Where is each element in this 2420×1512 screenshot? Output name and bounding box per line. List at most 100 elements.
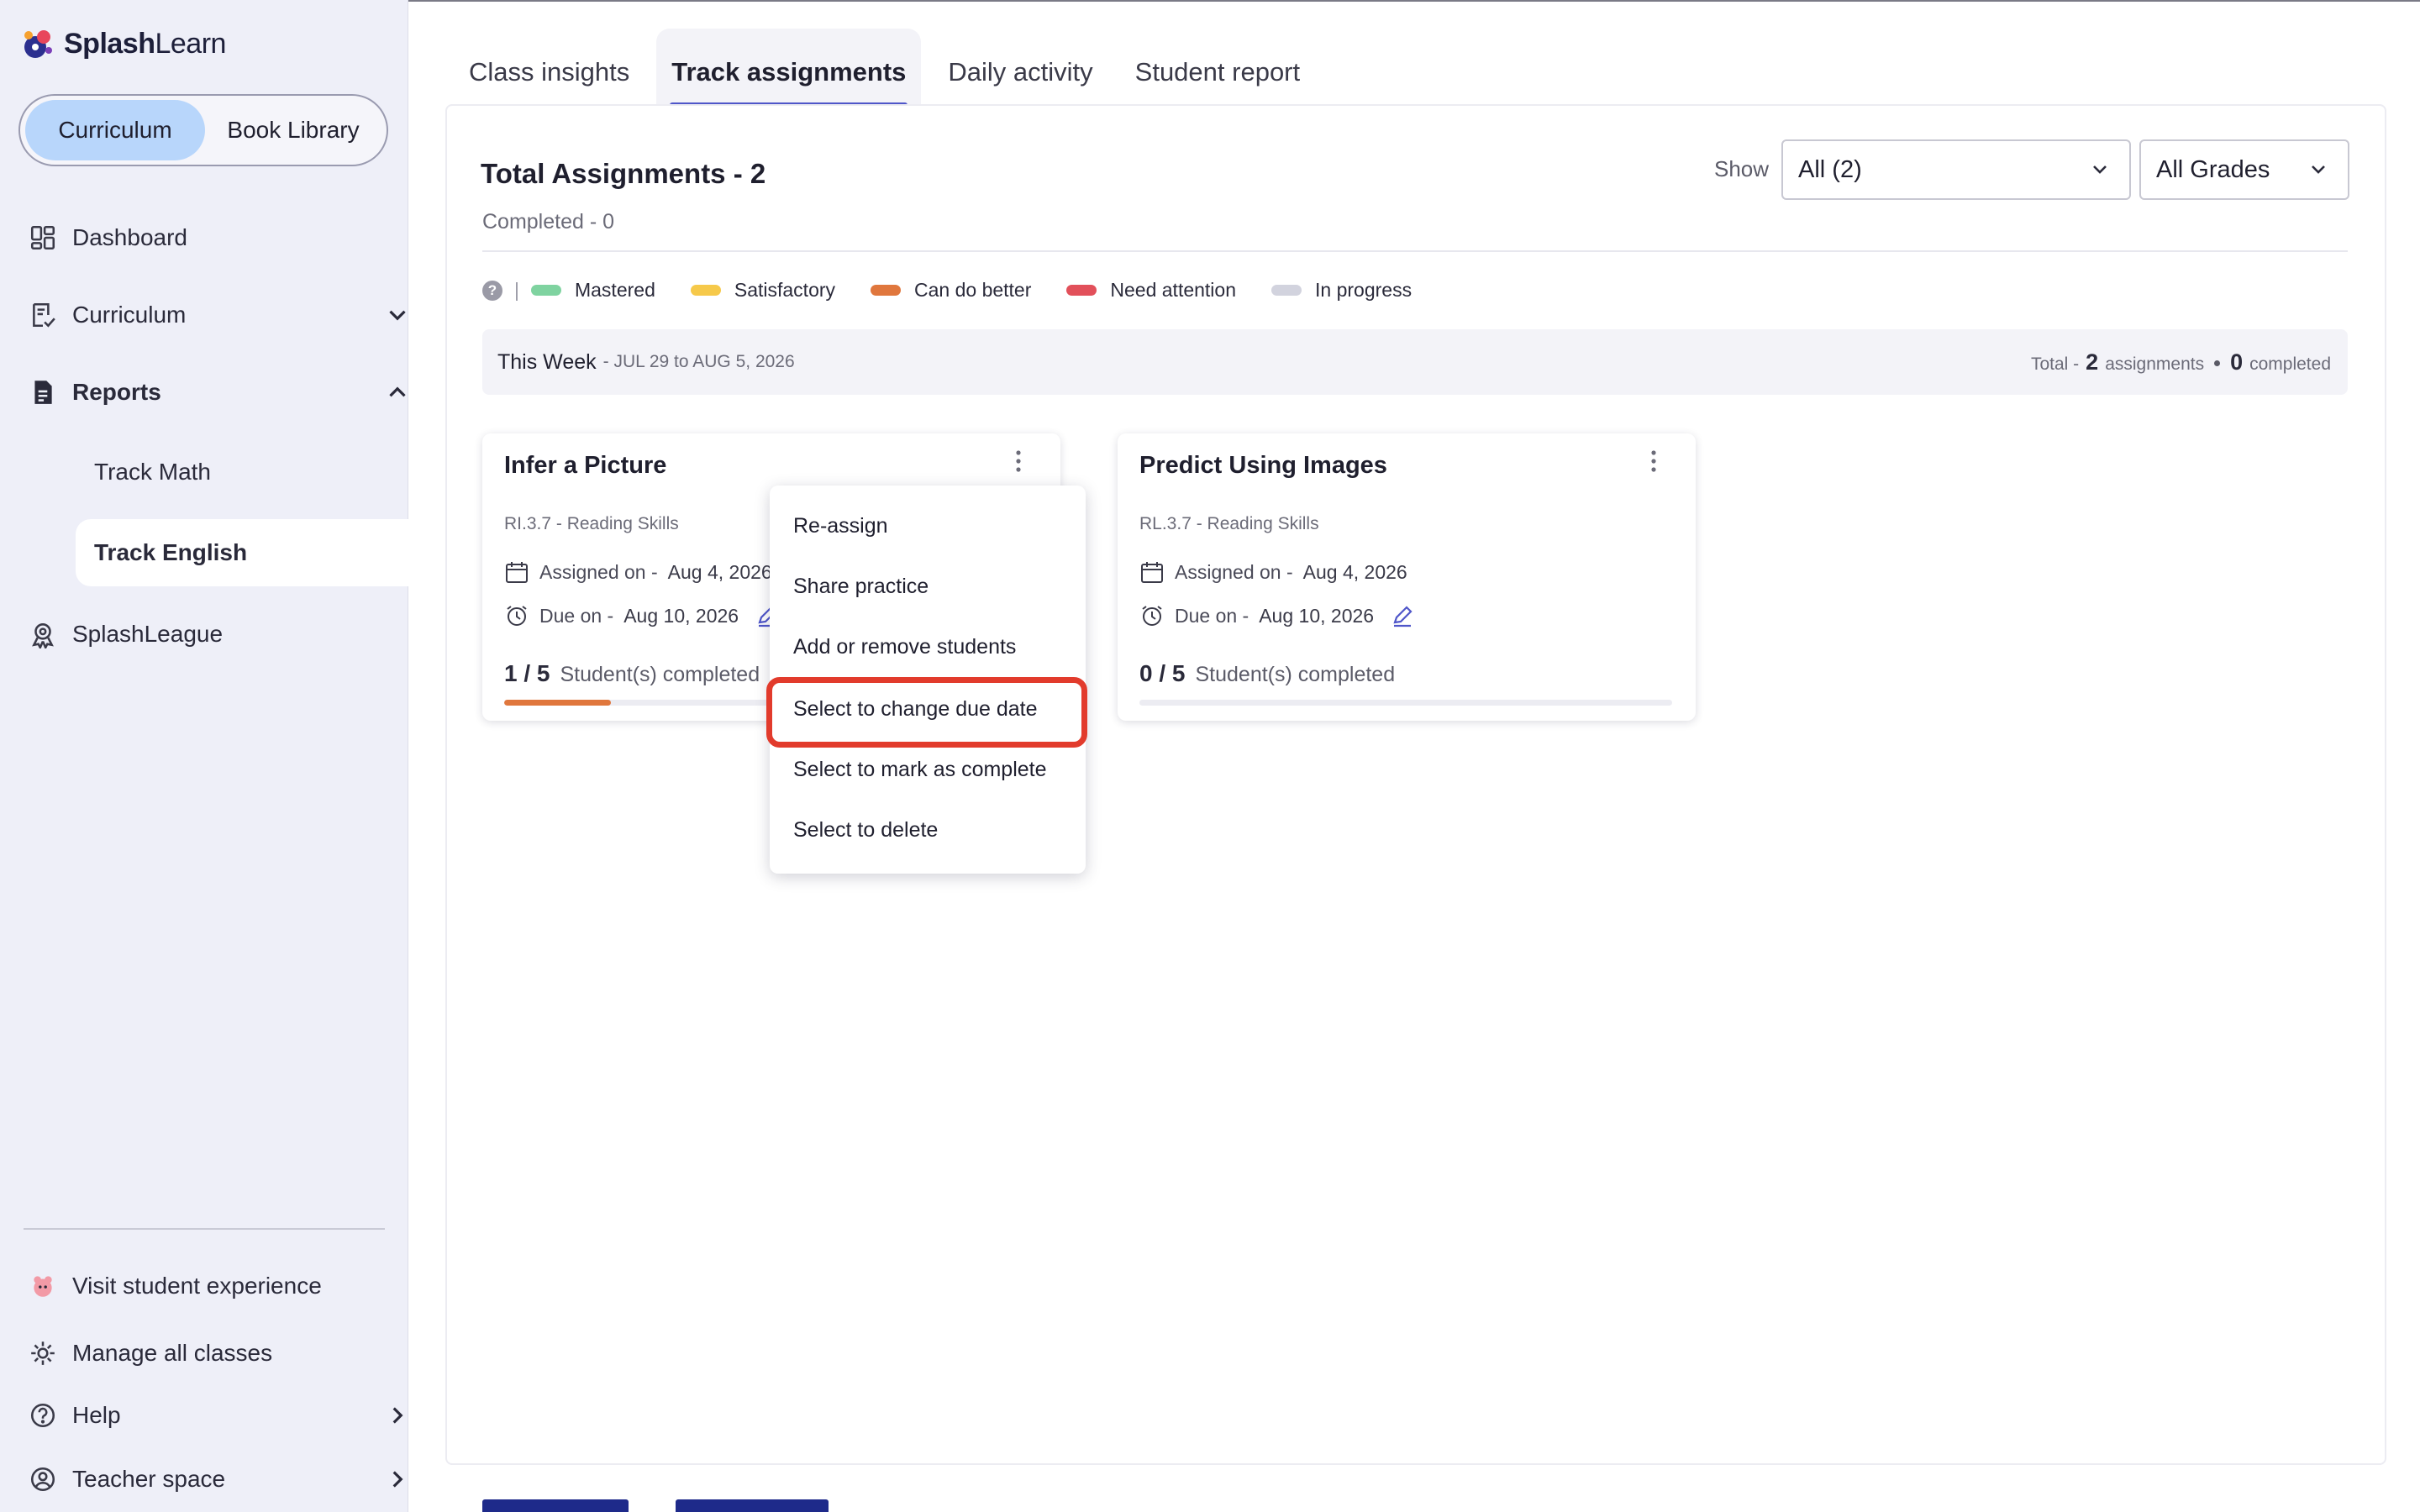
legend-item-mastered: Mastered — [530, 279, 655, 302]
sidebar-item-label: Teacher space — [72, 1466, 226, 1492]
manage-all-classes-link[interactable]: Manage all classes — [29, 1339, 272, 1368]
legend-item-satisfactory: Satisfactory — [690, 279, 835, 302]
completion-progress-bar — [1139, 700, 1672, 706]
sidebar-item-label: SplashLeague — [72, 621, 224, 647]
grade-filter-select[interactable]: All Grades — [2139, 139, 2349, 200]
completion-number: 1 / 5 — [504, 660, 550, 686]
edit-pencil-icon[interactable] — [1391, 604, 1414, 627]
week-header: This Week - JUL 29 to AUG 5, 2026 Total … — [482, 329, 2348, 395]
more-options-icon[interactable] — [1012, 449, 1025, 474]
menu-item-add-remove-students[interactable]: Add or remove students — [793, 635, 1016, 659]
chevron-right-icon[interactable] — [383, 1465, 412, 1494]
curriculum-icon — [33, 302, 55, 328]
calendar-icon — [506, 562, 528, 583]
status-legend: ? | Mastered Satisfactory Can do better … — [482, 279, 1447, 302]
teacher-space-link[interactable]: Teacher space — [29, 1465, 403, 1494]
completed-count: Completed - 0 — [482, 210, 615, 234]
splashlearn-logo[interactable]: SplashLearn — [18, 24, 226, 64]
sidebar: SplashLearn Curriculum Book Library Dash… — [0, 0, 408, 1512]
week-title: This Week — [497, 349, 597, 374]
legend-item-need-attention: Need attention — [1066, 279, 1236, 302]
assignment-title: Infer a Picture — [504, 452, 667, 479]
grade-filter-value: All Grades — [2156, 155, 2270, 183]
show-filter-select[interactable]: All (2) — [1781, 139, 2131, 200]
due-date-row: Due on - Aug 10, 2026 — [1139, 603, 1414, 628]
header-divider — [482, 250, 2348, 252]
chevron-down-icon[interactable] — [383, 301, 412, 329]
assignment-card[interactable]: Predict Using Images RL.3.7 - Reading Sk… — [1118, 433, 1696, 721]
chevron-right-icon[interactable] — [383, 1401, 412, 1430]
library-toggle: Curriculum Book Library — [18, 94, 388, 166]
chevron-up-icon[interactable] — [383, 378, 412, 407]
week-summary: Total - 2 assignments 0 completed — [2031, 349, 2331, 375]
week-completed-count: 0 — [2230, 349, 2244, 375]
completion-label: Student(s) completed — [1195, 663, 1396, 686]
sidebar-item-curriculum[interactable]: Curriculum — [29, 301, 406, 329]
alarm-clock-icon — [1142, 606, 1162, 626]
sidebar-item-dashboard[interactable]: Dashboard — [29, 223, 187, 252]
tab-student-report[interactable]: Student report — [1120, 57, 1315, 108]
legend-swatch — [871, 285, 902, 296]
help-icon[interactable]: ? — [482, 280, 502, 301]
legend-swatch — [530, 285, 561, 296]
help-icon — [30, 1403, 55, 1428]
page-title: Total Assignments - 2 — [481, 158, 766, 189]
completion-count: 0 / 5 Student(s) completed — [1139, 660, 1395, 687]
legend-swatch — [690, 285, 721, 296]
curriculum-toggle-button[interactable]: Curriculum — [25, 100, 205, 160]
student-avatar-icon — [34, 1276, 52, 1297]
show-filter-value: All (2) — [1798, 155, 1862, 183]
tab-daily-activity[interactable]: Daily activity — [933, 57, 1107, 108]
sidebar-divider — [24, 1228, 385, 1230]
sidebar-item-track-english[interactable]: Track English — [94, 539, 247, 566]
tab-class-insights[interactable]: Class insights — [454, 57, 644, 108]
more-options-icon[interactable] — [1647, 449, 1660, 474]
assignment-title: Predict Using Images — [1139, 452, 1387, 479]
week-completed-suffix: completed — [2249, 354, 2331, 374]
due-date-row: Due on - Aug 10, 2026 — [504, 603, 779, 628]
legend-swatch — [1066, 285, 1097, 296]
chevron-down-icon — [2093, 165, 2107, 174]
completion-number: 0 / 5 — [1139, 660, 1186, 686]
menu-item-reassign[interactable]: Re-assign — [793, 514, 888, 538]
user-circle-icon — [30, 1467, 55, 1492]
report-tabs: Class insights Track assignments Daily a… — [454, 24, 1327, 108]
gear-icon — [31, 1341, 55, 1365]
chevron-down-icon — [2312, 165, 2325, 174]
tab-track-assignments[interactable]: Track assignments — [656, 29, 922, 108]
sidebar-item-label: Manage all classes — [72, 1340, 273, 1366]
dashboard-icon — [30, 225, 55, 250]
brand-name: SplashLearn — [64, 27, 226, 60]
sidebar-item-reports[interactable]: Reports — [29, 378, 406, 407]
sidebar-item-splashleague[interactable]: SplashLeague — [29, 620, 223, 648]
reports-icon — [34, 381, 52, 404]
splashlearn-logo-icon — [24, 30, 52, 58]
splashleague-icon — [32, 623, 54, 648]
sidebar-item-track-math[interactable]: Track Math — [94, 459, 211, 486]
sidebar-item-label: Curriculum — [72, 302, 187, 328]
assignment-options-menu: Re-assign Share practice Add or remove s… — [770, 486, 1086, 874]
bullet-separator — [2214, 360, 2221, 366]
assigned-date-row: Assigned on - Aug 4, 2026 — [504, 559, 772, 585]
completion-count: 1 / 5 Student(s) completed — [504, 660, 760, 687]
book-library-toggle-button[interactable]: Book Library — [205, 100, 381, 160]
assignment-skill: RI.3.7 - Reading Skills — [504, 514, 679, 533]
menu-item-share-practice[interactable]: Share practice — [793, 575, 929, 599]
banner-image — [482, 1499, 629, 1512]
legend-separator: | — [514, 279, 519, 301]
assignments-panel — [445, 104, 2386, 1465]
visit-student-experience-link[interactable]: Visit student experience — [29, 1272, 322, 1300]
menu-item-delete[interactable]: Select to delete — [793, 818, 938, 843]
alarm-clock-icon — [507, 606, 527, 626]
sidebar-item-label: Reports — [72, 379, 161, 405]
show-filter-label: Show — [1714, 156, 1770, 181]
week-total-label: Total - — [2030, 354, 2080, 374]
progress-fill — [504, 700, 611, 706]
help-link[interactable]: Help — [29, 1401, 403, 1430]
assigned-date-row: Assigned on - Aug 4, 2026 — [1139, 559, 1407, 585]
menu-item-mark-complete[interactable]: Select to mark as complete — [793, 758, 1047, 782]
banner-image — [676, 1499, 829, 1512]
menu-item-change-due-date[interactable]: Select to change due date — [793, 697, 1038, 722]
legend-item-can-do-better: Can do better — [871, 279, 1031, 302]
sidebar-item-label: Visit student experience — [72, 1273, 322, 1299]
